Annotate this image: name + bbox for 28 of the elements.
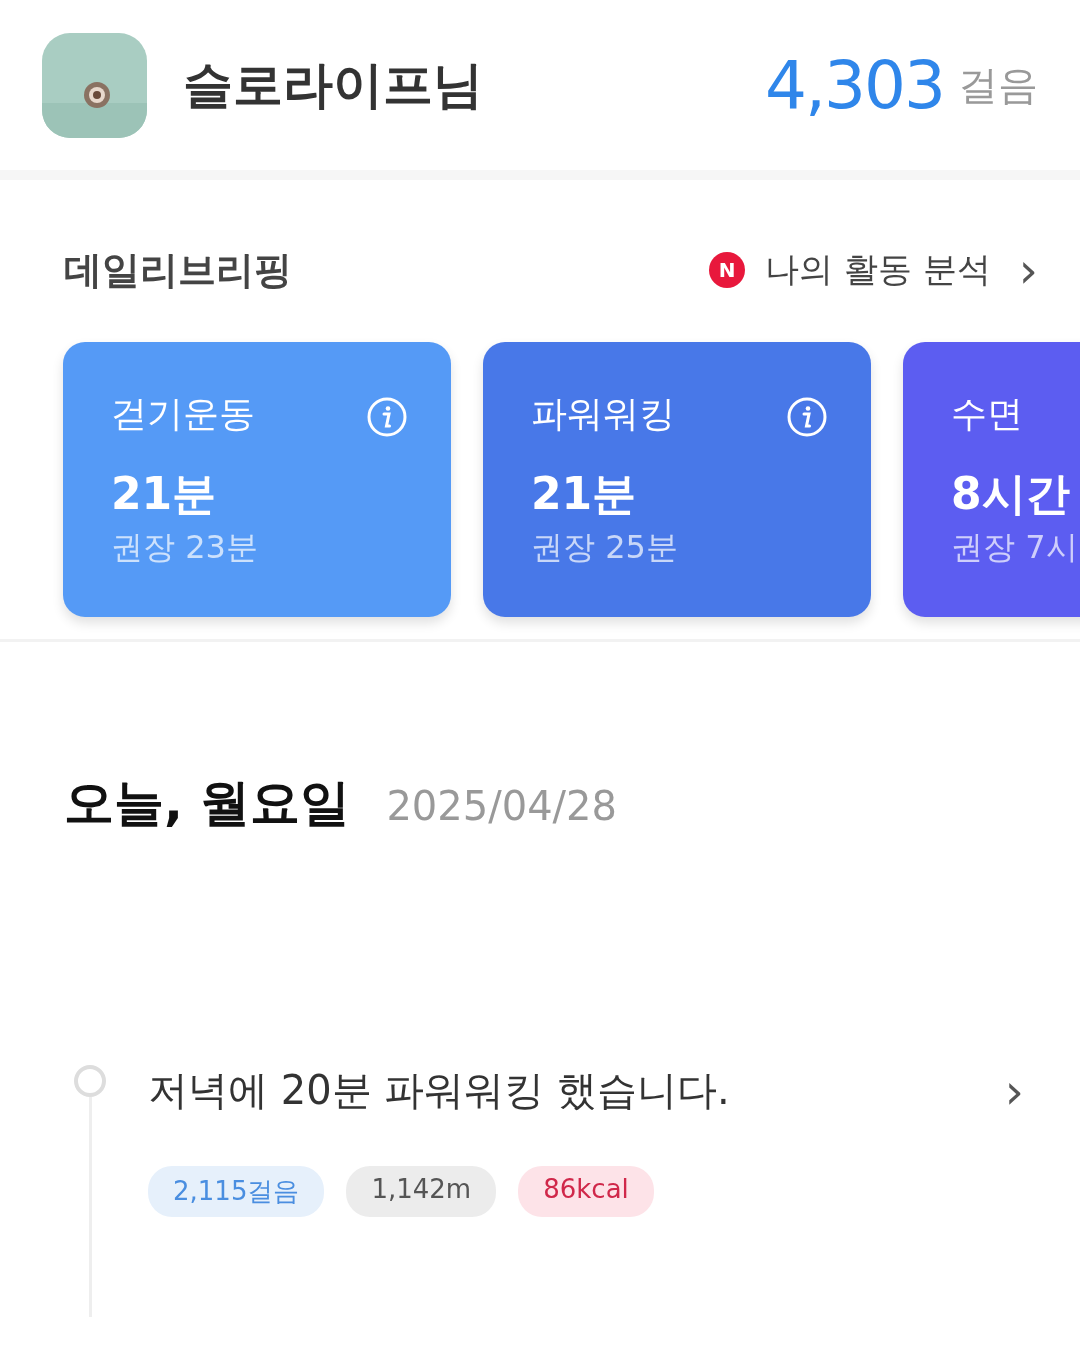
chevron-icon[interactable]: › [1018, 246, 1038, 294]
info-icon[interactable] [367, 397, 407, 437]
steps-tag: 2,115걸음 [148, 1166, 325, 1217]
card-title: 파워워킹 [531, 392, 675, 436]
activity-analysis-link[interactable]: 나의 활동 분석 [765, 247, 991, 293]
user-name: 슬로라이프님 [183, 54, 484, 116]
section-title: 데일리브리핑 [64, 246, 293, 294]
date-label: 2025/04/28 [386, 783, 617, 829]
card-recommendation: 권장 23분 [111, 527, 258, 568]
card-title: 수면 [951, 392, 1023, 436]
activity-card[interactable]: 수면 8시간 권장 7시 [903, 342, 1080, 617]
info-icon[interactable] [787, 397, 827, 437]
activity-summary: 저녁에 20분 파워워킹 했습니다. [148, 1066, 731, 1115]
card-value: 21분 [111, 467, 217, 521]
distance-tag: 1,142m [346, 1166, 497, 1217]
chevron-icon[interactable]: › [1004, 1066, 1024, 1115]
step-unit: 걸음 [958, 60, 1038, 110]
card-recommendation: 권장 25분 [531, 527, 678, 568]
card-value: 21분 [531, 467, 637, 521]
timeline-dot [74, 1065, 106, 1097]
card-title: 걷기운동 [111, 392, 255, 436]
card-recommendation: 권장 7시 [951, 527, 1078, 568]
step-count: 4,303 [765, 46, 944, 124]
calories-tag: 86kcal [518, 1166, 654, 1217]
day-heading: 오늘, 월요일 [64, 773, 351, 834]
activity-card[interactable]: 파워워킹 21분 권장 25분 [483, 342, 871, 617]
card-value: 8시간 [951, 467, 1070, 521]
new-badge: N [709, 252, 746, 288]
